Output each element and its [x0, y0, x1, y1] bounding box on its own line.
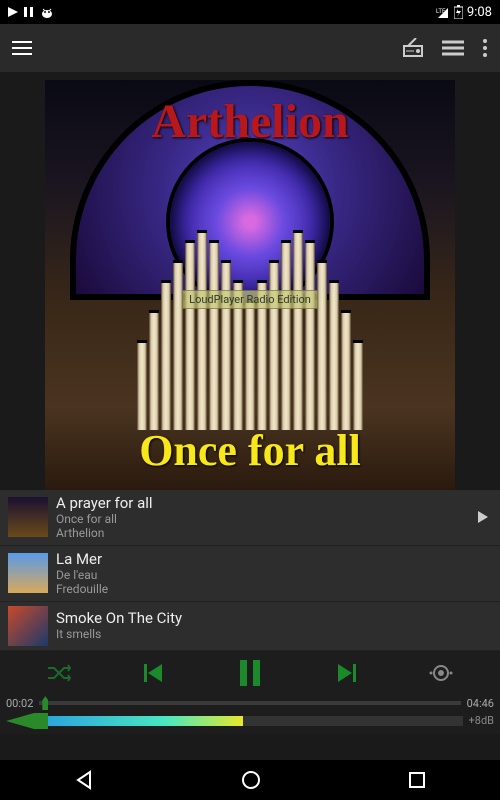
track-album: Once for all — [56, 512, 153, 526]
album-art[interactable]: Arthelion LoudPlayer Radio Edition Once … — [45, 80, 455, 490]
radio-icon[interactable] — [402, 38, 424, 58]
progress-row: 00:02 04:46 — [0, 695, 500, 712]
cast-button[interactable] — [428, 663, 454, 683]
seek-bar[interactable] — [39, 701, 460, 705]
menu-button[interactable] — [12, 41, 32, 55]
track-title: La Mer — [56, 550, 108, 568]
seek-knob[interactable] — [42, 696, 48, 710]
total-time: 04:46 — [467, 697, 494, 710]
app-bar — [0, 24, 500, 72]
android-nav-bar — [0, 760, 500, 800]
queue-item[interactable]: A prayer for all Once for all Arthelion — [0, 490, 500, 546]
track-artist: Arthelion — [56, 526, 153, 540]
album-title-text: Once for all — [45, 425, 455, 476]
now-playing-icon — [478, 511, 488, 523]
gain-label: +8dB — [469, 714, 494, 727]
watermark-text: LoudPlayer Radio Edition — [182, 290, 318, 309]
battery-icon — [454, 5, 463, 19]
queue-list: A prayer for all Once for all Arthelion … — [0, 490, 500, 651]
pause-indicator-icon — [24, 7, 34, 17]
prev-button[interactable] — [144, 662, 166, 684]
clock-text: 9:08 — [467, 5, 492, 20]
shuffle-button[interactable] — [46, 663, 72, 683]
volume-slider[interactable] — [40, 716, 463, 726]
more-icon[interactable] — [482, 38, 488, 58]
track-title: A prayer for all — [56, 494, 153, 512]
recent-button[interactable] — [408, 771, 426, 789]
volume-row: +8dB — [0, 712, 500, 734]
track-album: De l'eau — [56, 568, 108, 582]
home-button[interactable] — [241, 770, 261, 790]
volume-down-icon[interactable] — [6, 713, 34, 729]
queue-item[interactable]: La Mer De l'eau Fredouille — [0, 546, 500, 602]
queue-item[interactable]: Smoke On The City It smells — [0, 602, 500, 651]
play-indicator-icon — [8, 7, 18, 17]
playback-controls — [0, 651, 500, 695]
next-button[interactable] — [334, 662, 356, 684]
track-title: Smoke On The City — [56, 609, 182, 627]
android-icon — [40, 6, 54, 18]
track-thumb — [8, 553, 48, 593]
playlist-icon[interactable] — [442, 39, 464, 57]
album-artist-text: Arthelion — [45, 94, 455, 149]
track-album: It smells — [56, 627, 182, 641]
play-pause-button[interactable] — [238, 660, 262, 686]
elapsed-time: 00:02 — [6, 697, 33, 710]
track-thumb — [8, 497, 48, 537]
back-button[interactable] — [74, 770, 94, 790]
track-thumb — [8, 606, 48, 646]
status-bar: LTE 9:08 — [0, 0, 500, 24]
track-artist: Fredouille — [56, 582, 108, 596]
signal-icon: LTE — [436, 6, 450, 18]
